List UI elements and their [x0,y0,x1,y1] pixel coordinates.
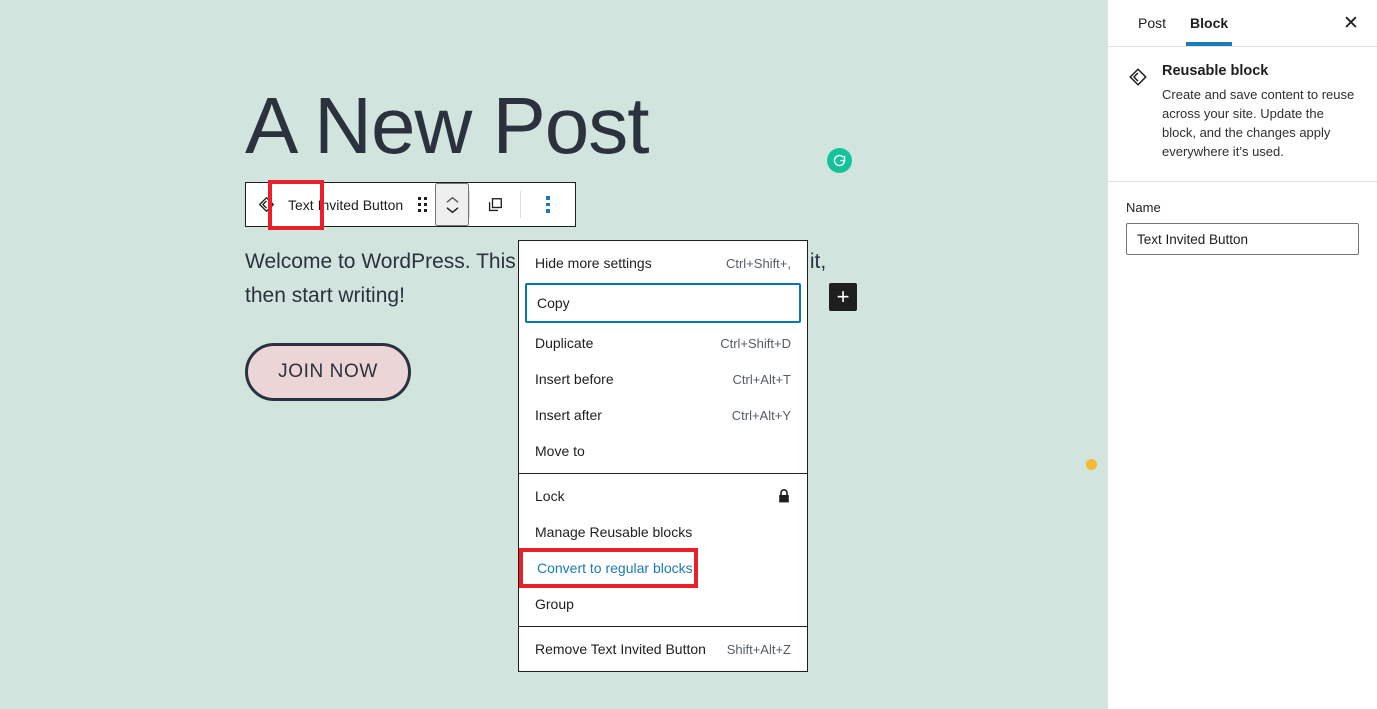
menu-item-shortcut: Ctrl+Alt+Y [731,407,791,423]
menu-item-insert-after[interactable]: Insert after Ctrl+Alt+Y [519,397,807,433]
menu-item-label: Convert to regular blocks [537,560,693,576]
wordpress-block-editor: A New Post Welcome to WordPress. This is… [0,0,1377,709]
menu-item-label: Group [535,596,574,612]
reusable-block-icon [1126,63,1150,161]
tab-block[interactable]: Block [1178,0,1240,46]
block-info-description: Create and save content to reuse across … [1162,87,1355,159]
menu-item-label: Lock [535,488,565,504]
close-icon[interactable]: ✕ [1335,7,1367,39]
block-name-label: Text Invited Button [288,196,404,213]
block-type-group: Text Invited Button [246,183,470,226]
menu-item-manage-reusable-blocks[interactable]: Manage Reusable blocks [519,514,807,550]
name-field-group: Name [1108,182,1377,255]
menu-item-label: Insert before [535,371,614,387]
grammarly-icon[interactable] [827,148,852,173]
vertical-ellipsis-icon [546,196,550,213]
tab-post[interactable]: Post [1126,0,1178,46]
menu-item-label: Insert after [535,407,602,423]
menu-item-insert-before[interactable]: Insert before Ctrl+Alt+T [519,361,807,397]
menu-item-hide-more-settings[interactable]: Hide more settings Ctrl+Shift+, [519,245,807,281]
add-block-inserter-button[interactable]: + [829,283,857,311]
more-options-button[interactable] [521,183,575,226]
menu-item-label: Manage Reusable blocks [535,524,693,540]
reusable-block-icon[interactable] [246,183,286,226]
menu-item-lock[interactable]: Lock [519,478,807,514]
menu-item-label: Move to [535,443,585,459]
lock-icon [777,488,791,504]
block-toolbar: Text Invited Button [245,182,577,227]
block-info-text: Reusable block Create and save content t… [1162,63,1359,161]
menu-item-convert-to-regular-blocks[interactable]: Convert to regular blocks [519,548,698,588]
copy-block-icon[interactable] [470,183,520,226]
name-input[interactable] [1126,223,1359,255]
name-field-label: Name [1126,200,1161,215]
sidebar-tabs: Post Block ✕ [1108,0,1377,47]
drag-handle-icon[interactable] [409,183,435,226]
menu-item-shortcut: Shift+Alt+Z [726,641,791,657]
menu-item-label: Copy [537,295,570,311]
menu-item-label: Hide more settings [535,255,652,271]
move-up-down-icon[interactable] [435,183,470,226]
menu-item-shortcut: Ctrl+Shift+D [720,335,791,351]
block-info-card: Reusable block Create and save content t… [1108,47,1377,182]
menu-item-group[interactable]: Group [519,586,807,622]
editor-canvas: A New Post Welcome to WordPress. This is… [0,0,1107,709]
menu-item-shortcut: Ctrl+Alt+T [732,371,791,387]
menu-group-1: Hide more settings Ctrl+Shift+, Copy Dup… [519,241,807,473]
more-options-group [521,183,575,226]
menu-item-label: Duplicate [535,335,594,351]
menu-item-move-to[interactable]: Move to [519,433,807,469]
menu-group-3: Remove Text Invited Button Shift+Alt+Z [519,626,807,671]
menu-group-2: Lock Manage Reusable blocks Convert to r… [519,473,807,626]
menu-item-duplicate[interactable]: Duplicate Ctrl+Shift+D [519,325,807,361]
settings-sidebar: Post Block ✕ Reusable block Create and s… [1107,0,1377,709]
copy-group [470,183,520,226]
menu-item-copy[interactable]: Copy [525,283,801,323]
block-options-dropdown: Hide more settings Ctrl+Shift+, Copy Dup… [518,240,808,672]
page-title[interactable]: A New Post [245,78,650,174]
join-now-button[interactable]: JOIN NOW [245,343,411,401]
menu-item-shortcut: Ctrl+Shift+, [725,255,791,271]
orange-dot-marker [1086,459,1097,470]
menu-item-label: Remove Text Invited Button [535,641,706,657]
block-info-title: Reusable block [1162,63,1269,79]
menu-item-remove-block[interactable]: Remove Text Invited Button Shift+Alt+Z [519,631,807,667]
